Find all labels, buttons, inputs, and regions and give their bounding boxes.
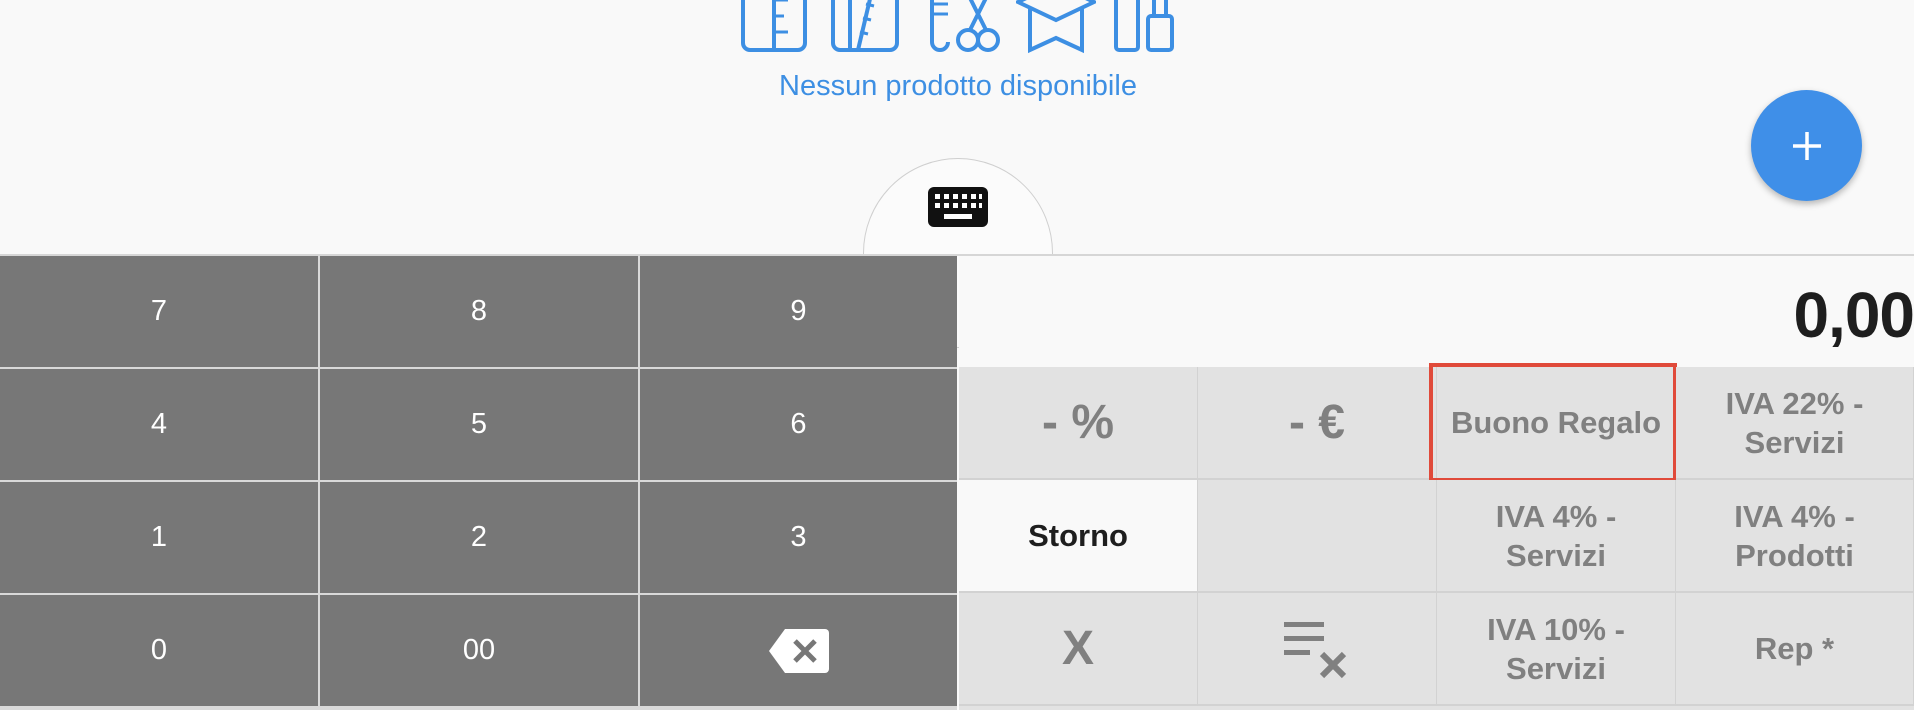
numpad-key-2[interactable]: 2 [320, 482, 638, 593]
empty-products-message: Nessun prodotto disponibile [779, 70, 1137, 102]
numpad-key-0[interactable]: 0 [0, 595, 318, 706]
iva-22-servizi-button[interactable]: IVA 22% - Servizi [1676, 367, 1914, 480]
iva-10-servizi-button[interactable]: IVA 10% - Servizi [1437, 593, 1676, 706]
numpad-key-7[interactable]: 7 [0, 256, 318, 367]
iva-4-servizi-button[interactable]: IVA 4% - Servizi [1437, 480, 1676, 593]
numpad-key-4[interactable]: 4 [0, 369, 318, 480]
numpad-key-00[interactable]: 00 [320, 595, 638, 706]
numpad-key-9[interactable]: 9 [640, 256, 957, 367]
clear-list-button[interactable] [1198, 593, 1437, 706]
backspace-button[interactable] [640, 595, 957, 706]
graduation-cap-icon [1016, 0, 1096, 54]
storno-button[interactable]: Storno [959, 480, 1198, 593]
iva-4-prodotti-button[interactable]: IVA 4% - Prodotti [1676, 480, 1914, 593]
clear-list-icon [1284, 621, 1347, 678]
rep-button[interactable]: Rep * [1676, 593, 1914, 706]
numeric-keypad: 7 8 9 4 5 6 1 2 3 0 00 [0, 256, 957, 710]
numpad-key-3[interactable]: 3 [640, 482, 957, 593]
keyboard-icon [928, 187, 988, 227]
amount-value: 0,00 [1793, 279, 1914, 351]
amount-display: 0,00 [959, 256, 1914, 367]
ruler-icon [741, 0, 807, 52]
cancel-button[interactable]: X [959, 593, 1198, 706]
measuring-tape-icon [831, 0, 899, 52]
numpad-key-6[interactable]: 6 [640, 369, 957, 480]
numpad-key-8[interactable]: 8 [320, 256, 638, 367]
comb-scissors-icon [930, 0, 1000, 52]
backspace-icon [768, 628, 829, 673]
empty-key [1198, 480, 1437, 593]
lipstick-icon [1114, 0, 1174, 52]
gift-voucher-button[interactable]: Buono Regalo [1429, 363, 1677, 482]
numpad-key-5[interactable]: 5 [320, 369, 638, 480]
function-keys: - % - € Buono Regalo IVA 22% - Servizi S… [959, 363, 1914, 710]
numpad-key-1[interactable]: 1 [0, 482, 318, 593]
plus-icon [1792, 131, 1821, 160]
discount-euro-button[interactable]: - € [1198, 367, 1437, 480]
add-product-button[interactable] [1751, 90, 1862, 201]
category-icons [740, 0, 1176, 54]
discount-percent-button[interactable]: - % [959, 367, 1198, 480]
